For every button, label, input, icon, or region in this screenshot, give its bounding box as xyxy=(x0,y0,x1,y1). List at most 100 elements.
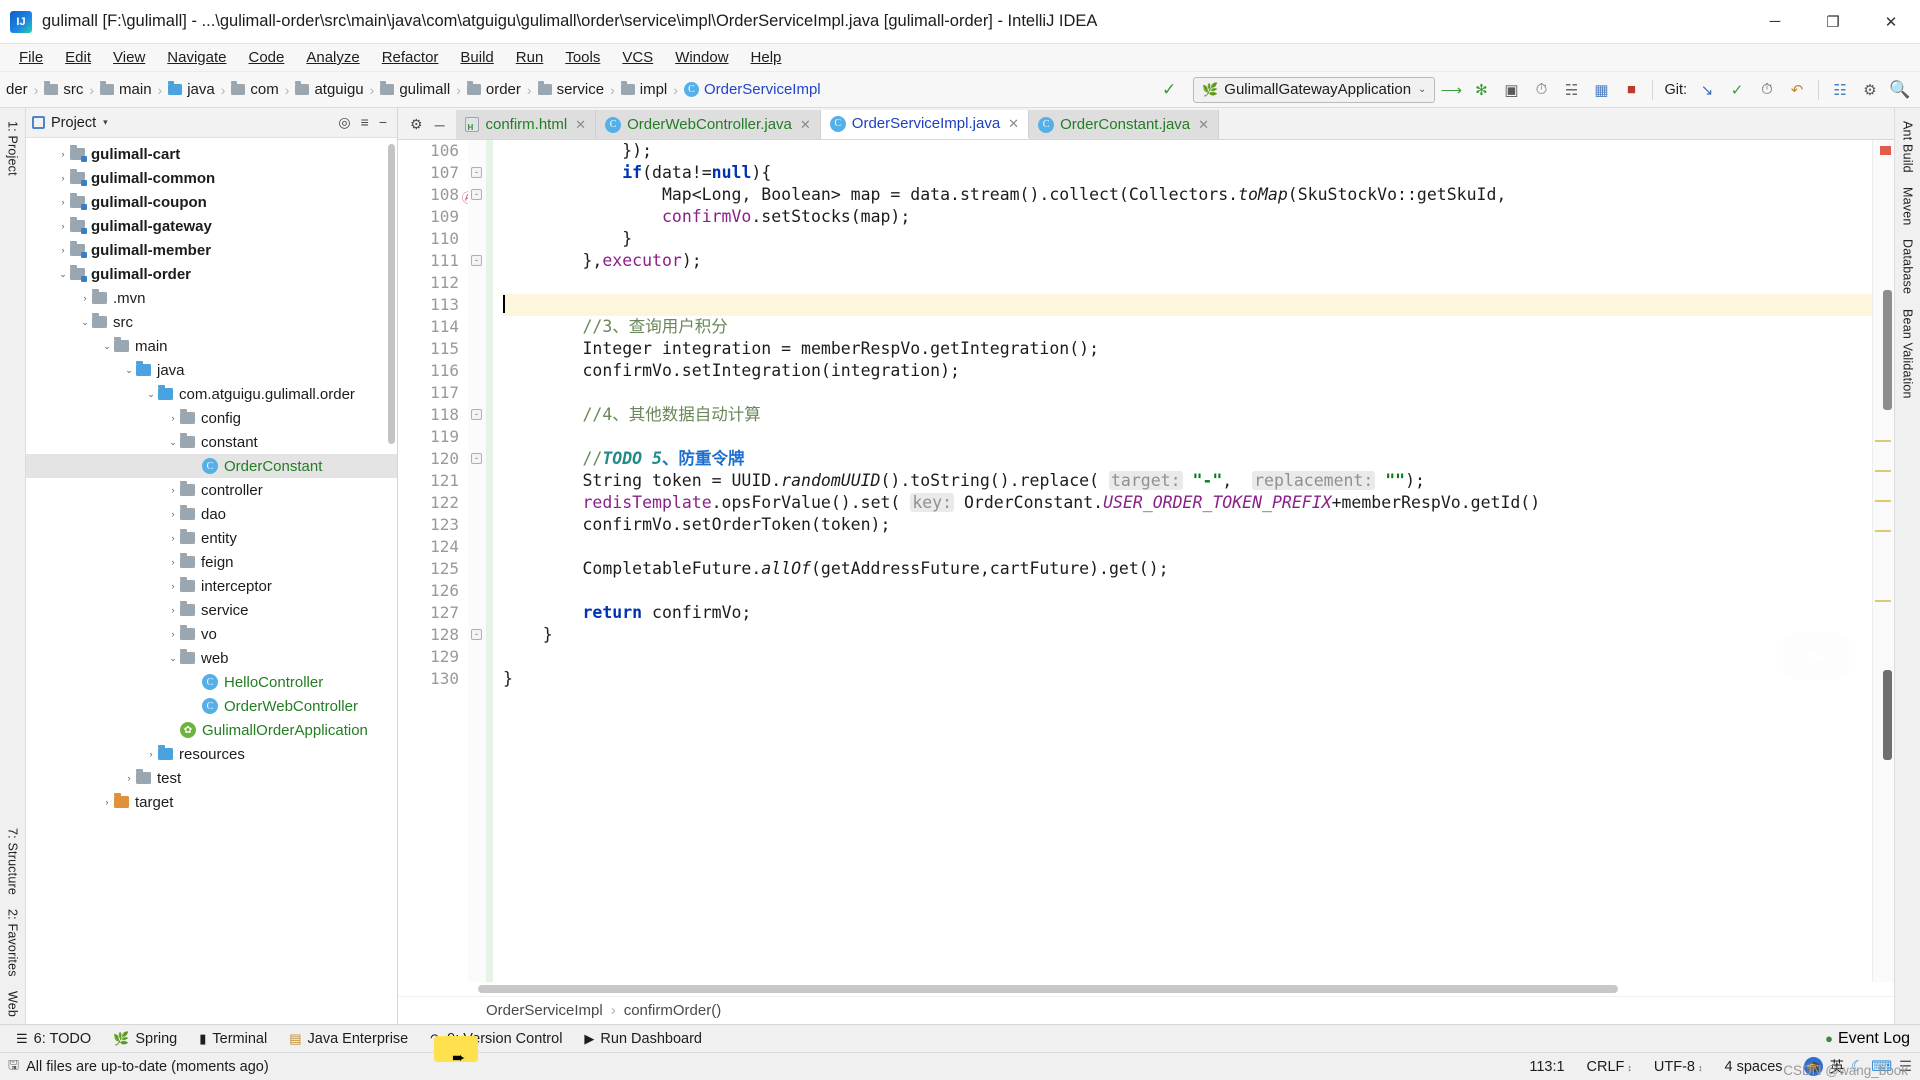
breadcrumb-item-src[interactable]: src› xyxy=(44,81,100,98)
code-fold-toggle[interactable]: - xyxy=(471,629,482,640)
code-fold-toggle[interactable]: - xyxy=(471,167,482,178)
code-line[interactable] xyxy=(503,426,1894,448)
attach-process-icon[interactable]: ☵ xyxy=(1557,77,1585,103)
tree-node-orderwebcontroller[interactable]: ›COrderWebController xyxy=(26,694,397,718)
code-line[interactable]: confirmVo.setIntegration(integration); xyxy=(503,360,1894,382)
chevron-right-icon[interactable]: › xyxy=(122,773,136,783)
chevron-right-icon[interactable]: › xyxy=(166,629,180,639)
update-project-icon[interactable]: ↘ xyxy=(1693,77,1721,103)
breadcrumb-item-gulimall[interactable]: gulimall› xyxy=(380,81,467,98)
chevron-down-icon[interactable]: ⌄ xyxy=(78,317,92,328)
error-stripe-mark[interactable] xyxy=(1880,146,1891,155)
collapse-all-icon[interactable]: ≡ xyxy=(361,114,369,131)
tree-node-main[interactable]: ⌄main xyxy=(26,334,397,358)
tree-node-config[interactable]: ›config xyxy=(26,406,397,430)
tree-node-orderconstant[interactable]: ›COrderConstant xyxy=(26,454,397,478)
code-line[interactable]: //TODO 5、防重令牌 xyxy=(503,448,1894,470)
chevron-down-icon[interactable]: ⌄ xyxy=(166,437,180,448)
tree-node-gulimall-order[interactable]: ⌄gulimall-order xyxy=(26,262,397,286)
sidebar-item-bean-validation[interactable]: Bean Validation xyxy=(1901,302,1915,406)
tree-node-web[interactable]: ⌄web xyxy=(26,646,397,670)
caret-position[interactable]: 113:1 xyxy=(1518,1059,1575,1075)
code-line[interactable]: return confirmVo; xyxy=(503,602,1894,624)
tool-window-run-dashboard[interactable]: ▶Run Dashboard xyxy=(574,1029,712,1049)
chevron-right-icon[interactable]: › xyxy=(166,413,180,423)
chevron-right-icon[interactable]: › xyxy=(56,245,70,255)
sidebar-item-database[interactable]: Database xyxy=(1901,232,1915,301)
tree-node-controller[interactable]: ›controller xyxy=(26,478,397,502)
code-line[interactable]: Map<Long, Boolean> map = data.stream().c… xyxy=(503,184,1894,206)
sidebar-item-ant-build[interactable]: Ant Build xyxy=(1901,114,1915,180)
chevron-right-icon[interactable]: › xyxy=(144,749,158,759)
horizontal-scrollbar-area[interactable] xyxy=(398,982,1894,996)
close-icon[interactable]: ✕ xyxy=(575,117,586,133)
code-line[interactable]: //4、其他数据自动计算 xyxy=(503,404,1894,426)
editor-breadcrumb-method[interactable]: confirmOrder() xyxy=(624,1002,722,1019)
code-line[interactable] xyxy=(503,536,1894,558)
minimize-icon[interactable]: ─ xyxy=(435,117,445,133)
chevron-down-icon[interactable]: ⌄ xyxy=(100,341,114,352)
code-fold-toggle[interactable]: - xyxy=(471,255,482,266)
sidebar-item-maven[interactable]: Maven xyxy=(1901,180,1915,233)
code-content[interactable]: }); if(data!=null){ Map<Long, Boolean> m… xyxy=(493,140,1894,982)
menu-tools[interactable]: Tools xyxy=(554,47,611,68)
code-line[interactable]: confirmVo.setOrderToken(token); xyxy=(503,514,1894,536)
settings-icon[interactable]: ⚙ xyxy=(1856,77,1884,103)
editor-breadcrumb-class[interactable]: OrderServiceImpl xyxy=(486,1002,603,1019)
tree-node-gulimall-cart[interactable]: ›gulimall-cart xyxy=(26,142,397,166)
menu-run[interactable]: Run xyxy=(505,47,555,68)
chevron-right-icon[interactable]: › xyxy=(56,221,70,231)
chevron-right-icon[interactable]: › xyxy=(78,293,92,303)
tree-node-dao[interactable]: ›dao xyxy=(26,502,397,526)
menu-view[interactable]: View xyxy=(102,47,156,68)
code-line[interactable] xyxy=(503,580,1894,602)
breadcrumb-item-der[interactable]: der› xyxy=(6,81,44,98)
tree-node-com-atguigu-gulimall-order[interactable]: ⌄com.atguigu.gulimall.order xyxy=(26,382,397,406)
close-icon[interactable]: ✕ xyxy=(1198,117,1209,133)
tool-window-spring[interactable]: 🌿Spring xyxy=(103,1029,187,1049)
run-configuration-selector[interactable]: 🌿 GulimallGatewayApplication ⌄ xyxy=(1193,77,1435,103)
menu-window[interactable]: Window xyxy=(664,47,739,68)
chevron-right-icon[interactable]: › xyxy=(188,461,202,471)
chevron-down-icon[interactable]: ⌄ xyxy=(122,365,136,376)
chevron-right-icon[interactable]: › xyxy=(56,173,70,183)
code-fold-toggle[interactable]: - xyxy=(471,189,482,200)
menu-code[interactable]: Code xyxy=(237,47,295,68)
chevron-down-icon[interactable]: ⌄ xyxy=(144,389,158,400)
horizontal-scrollbar-thumb[interactable] xyxy=(478,985,1618,993)
chevron-right-icon[interactable]: › xyxy=(166,557,180,567)
tree-node-feign[interactable]: ›feign xyxy=(26,550,397,574)
code-fold-toggle[interactable]: - xyxy=(471,453,482,464)
code-line[interactable]: CompletableFuture.allOf(getAddressFuture… xyxy=(503,558,1894,580)
tree-node-java[interactable]: ⌄java xyxy=(26,358,397,382)
build-project-icon[interactable]: ▦ xyxy=(1587,77,1615,103)
breadcrumb-item-main[interactable]: main› xyxy=(100,81,168,98)
code-line[interactable]: } xyxy=(503,624,1894,646)
profile-icon[interactable]: ⏱ xyxy=(1527,77,1555,103)
run-coverage-icon[interactable]: ▣ xyxy=(1497,77,1525,103)
run-icon[interactable]: ⟶ xyxy=(1437,77,1465,103)
chevron-right-icon[interactable]: › xyxy=(56,197,70,207)
code-fold-toggle[interactable]: - xyxy=(471,409,482,420)
code-line[interactable]: //3、查询用户积分 xyxy=(503,316,1894,338)
menu-build[interactable]: Build xyxy=(449,47,504,68)
code-line[interactable]: confirmVo.setStocks(map); xyxy=(503,206,1894,228)
menu-file[interactable]: File xyxy=(8,47,54,68)
menu-analyze[interactable]: Analyze xyxy=(295,47,370,68)
chevron-right-icon[interactable]: › xyxy=(166,605,180,615)
code-folding-column[interactable]: - - - - - - xyxy=(468,140,486,982)
sidebar-item-structure[interactable]: 7: Structure xyxy=(6,821,20,902)
line-separator[interactable]: CRLF↕ xyxy=(1576,1059,1643,1075)
breadcrumb-item-service[interactable]: service› xyxy=(538,81,621,98)
tree-node-hellocontroller[interactable]: ›CHelloController xyxy=(26,670,397,694)
tree-node-test[interactable]: ›test xyxy=(26,766,397,790)
tree-node-gulimallorderapplication[interactable]: ›✿GulimallOrderApplication xyxy=(26,718,397,742)
tab-orderserviceimpl[interactable]: C OrderServiceImpl.java ✕ xyxy=(821,110,1029,139)
sidebar-item-web[interactable]: Web xyxy=(6,984,20,1024)
breadcrumb-item-order[interactable]: order› xyxy=(467,81,538,98)
commit-icon[interactable]: ✓ xyxy=(1723,77,1751,103)
gear-icon[interactable]: ⚙ xyxy=(410,116,423,133)
menu-help[interactable]: Help xyxy=(740,47,793,68)
code-line[interactable]: } xyxy=(503,668,1894,690)
tool-window-todo[interactable]: ☰6: TODO xyxy=(6,1029,101,1049)
